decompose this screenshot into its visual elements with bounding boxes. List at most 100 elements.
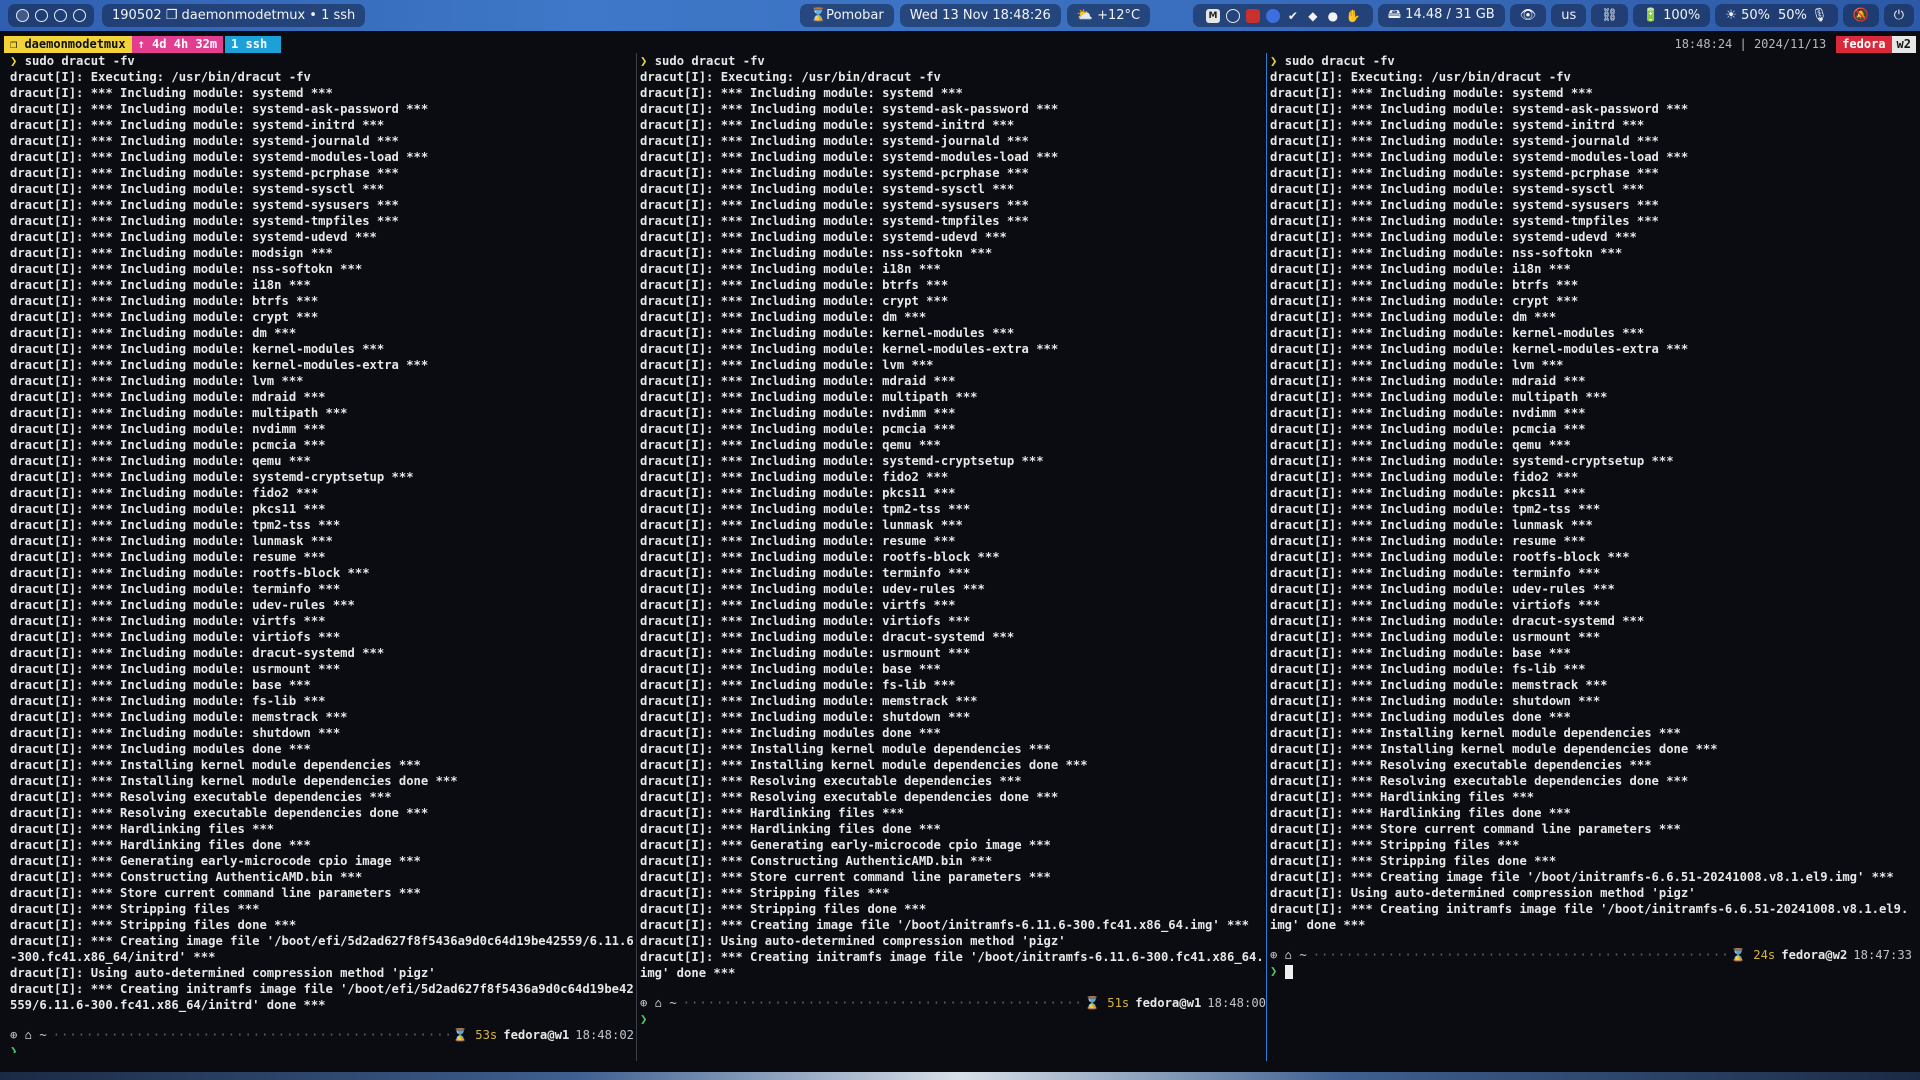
output-tail: dracut[I]: *** Including modules done **… <box>1270 709 1912 933</box>
module-line: dracut[I]: *** Including module: virtiof… <box>10 630 341 644</box>
workspace-3-button[interactable] <box>54 9 67 22</box>
module-line: dracut[I]: *** Including module: fs-lib … <box>1270 662 1586 676</box>
module-list: dracut[I]: *** Including module: systemd… <box>10 85 634 741</box>
module-line: dracut[I]: *** Including module: crypt *… <box>640 294 949 308</box>
module-line: dracut[I]: *** Including module: nss-sof… <box>10 262 363 276</box>
module-line: dracut[I]: *** Including module: virtfs … <box>10 614 326 628</box>
module-line: dracut[I]: *** Including module: nvdimm … <box>640 406 956 420</box>
module-line: dracut[I]: *** Including module: systemd… <box>640 118 1015 132</box>
module-line: dracut[I]: *** Including module: systemd… <box>640 214 1029 228</box>
bluetooth-tray-icon[interactable] <box>1265 8 1280 23</box>
system-tray: M ✔ ◆ ● ✋ <box>1192 4 1373 27</box>
module-line: dracut[I]: *** Including module: systemd… <box>640 454 1044 468</box>
check-circle-icon[interactable]: ✔ <box>1286 9 1300 23</box>
tmux-status-bar: ❐ daemonmodetmux ↑ 4d 4h 32m 1 ssh 18:48… <box>0 36 1920 53</box>
battery-indicator[interactable]: 🔋 100% <box>1632 4 1711 27</box>
prompt-filler: ········································… <box>682 996 1085 1010</box>
memory-usage[interactable]: 🖴 14.48 / 31 GB <box>1377 4 1505 27</box>
module-line: dracut[I]: *** Including module: dracut-… <box>1270 614 1645 628</box>
output-line: dracut[I]: *** Hardlinking files done **… <box>1270 806 1571 820</box>
terminal-pane-2[interactable]: ❯ sudo dracut -fv dracut[I]: Executing: … <box>640 53 1266 1053</box>
diamond-icon[interactable]: ◆ <box>1306 9 1320 23</box>
workspace-1-button[interactable] <box>16 9 29 22</box>
hand-icon[interactable]: ✋ <box>1345 9 1360 23</box>
output-line: dracut[I]: *** Stripping files *** <box>10 902 260 916</box>
app-tray-icon[interactable]: M <box>1205 8 1220 23</box>
module-line: dracut[I]: *** Including module: terminf… <box>10 582 341 596</box>
module-line: dracut[I]: *** Including module: terminf… <box>640 566 971 580</box>
module-line: dracut[I]: *** Including module: systemd… <box>1270 454 1674 468</box>
module-line: dracut[I]: *** Including module: tpm2-ts… <box>640 502 971 516</box>
module-line: dracut[I]: *** Including module: qemu **… <box>10 454 311 468</box>
network-icon[interactable]: ⛓ <box>1591 4 1628 27</box>
active-window-title[interactable]: 190502 ❐ daemonmodetmux • 1 ssh <box>102 4 366 27</box>
workspace-2-button[interactable] <box>35 9 48 22</box>
executing-line: dracut[I]: Executing: /usr/bin/dracut -f… <box>10 70 311 84</box>
output-line: dracut[I]: *** Resolving executable depe… <box>10 790 392 804</box>
module-line: dracut[I]: *** Including module: systemd… <box>640 166 1029 180</box>
command-text: sudo dracut -fv <box>654 54 765 68</box>
prompt-chevron: ❯ <box>640 54 648 68</box>
output-line: dracut[I]: *** Creating initramfs image … <box>640 950 1264 980</box>
prompt-chevron: ❯ <box>1270 964 1278 978</box>
brightness-volume[interactable]: ☀ 50% 50% 🎙 <box>1715 4 1838 27</box>
module-line: dracut[I]: *** Including module: i18n **… <box>640 262 941 276</box>
power-icon[interactable]: ⏻ <box>1883 4 1914 27</box>
input-prompt[interactable]: ❯ <box>1270 963 1912 979</box>
module-line: dracut[I]: *** Including module: lunmask… <box>1270 518 1593 532</box>
module-line: dracut[I]: *** Including module: systemd… <box>1270 182 1645 196</box>
module-line: dracut[I]: *** Including module: mdraid … <box>10 390 326 404</box>
module-line: dracut[I]: *** Including module: qemu **… <box>640 438 941 452</box>
executing-line: dracut[I]: Executing: /usr/bin/dracut -f… <box>640 70 941 84</box>
module-line: dracut[I]: *** Including module: systemd… <box>10 470 414 484</box>
date-time[interactable]: Wed 13 Nov 18:48:26 <box>899 4 1061 27</box>
prompt-host: fedora@w1 <box>503 1028 570 1042</box>
workspace-4-button[interactable] <box>73 9 86 22</box>
terminal-pane-1[interactable]: ❯ sudo dracut -fv dracut[I]: Executing: … <box>10 53 634 1053</box>
module-line: dracut[I]: *** Including module: lunmask… <box>640 518 963 532</box>
prompt-status-line: ⊕ ⌂ ~ ··································… <box>10 1027 634 1043</box>
prompt-chevron: ❯ <box>10 54 18 68</box>
brightness-icon: ☀ <box>1725 8 1742 23</box>
keyboard-layout[interactable]: us <box>1551 4 1587 27</box>
module-line: dracut[I]: *** Including module: kernel-… <box>1270 342 1689 356</box>
module-line: dracut[I]: *** Including module: multipa… <box>1270 390 1608 404</box>
input-prompt[interactable]: ❯ <box>10 1043 634 1053</box>
module-line: dracut[I]: *** Including module: usrmoun… <box>640 646 971 660</box>
input-prompt[interactable]: ❯ <box>640 1011 1266 1027</box>
module-line: dracut[I]: *** Including module: systemd… <box>10 230 377 244</box>
output-line: dracut[I]: *** Creating image file '/boo… <box>640 918 1250 932</box>
pomobar-timer[interactable]: ⌛Pomobar <box>800 4 894 27</box>
module-line: dracut[I]: *** Including module: btrfs *… <box>640 278 949 292</box>
module-line: dracut[I]: *** Including module: crypt *… <box>1270 294 1579 308</box>
module-line: dracut[I]: *** Including module: base **… <box>1270 646 1571 660</box>
module-line: dracut[I]: *** Including module: virtiof… <box>640 614 971 628</box>
output-line: dracut[I]: *** Generating early-microcod… <box>10 854 421 868</box>
prompt-time: 18:47:33 <box>1853 948 1912 962</box>
system-top-bar: 190502 ❐ daemonmodetmux • 1 ssh ⌛Pomobar… <box>0 0 1920 31</box>
module-line: dracut[I]: *** Including module: kernel-… <box>640 342 1059 356</box>
pane-divider[interactable] <box>636 53 637 1061</box>
module-line: dracut[I]: *** Including module: systemd… <box>1270 102 1689 116</box>
output-line: dracut[I]: *** Resolving executable depe… <box>1270 758 1652 772</box>
output-tail: dracut[I]: *** Including modules done **… <box>640 725 1266 981</box>
battery-level: 100% <box>1663 8 1701 23</box>
notifications-muted-icon[interactable]: 🔕 <box>1842 4 1879 27</box>
module-line: dracut[I]: *** Including module: base **… <box>640 662 941 676</box>
command-duration: ⌛ 51s <box>1084 996 1130 1010</box>
eye-icon[interactable]: 👁 <box>1509 4 1547 27</box>
nvidia-tray-icon[interactable]: ● <box>1326 9 1340 23</box>
pane-divider-active[interactable] <box>1266 53 1267 1061</box>
weather-widget[interactable]: ⛅ +12°C <box>1066 4 1151 27</box>
output-line: dracut[I]: *** Generating early-microcod… <box>640 838 1051 852</box>
prompt-chevron: ❯ <box>10 1044 18 1053</box>
tmux-window-tab[interactable]: 1 ssh <box>225 36 282 53</box>
module-line: dracut[I]: *** Including module: fido2 *… <box>10 486 319 500</box>
module-line: dracut[I]: *** Including module: systemd… <box>10 182 385 196</box>
red-app-tray-icon[interactable] <box>1245 8 1260 23</box>
terminal-pane-3[interactable]: ❯ sudo dracut -fv dracut[I]: Executing: … <box>1270 53 1912 1053</box>
steam-tray-icon[interactable] <box>1225 8 1240 23</box>
module-line: dracut[I]: *** Including module: systemd… <box>1270 230 1637 244</box>
volume-level: 50% <box>1777 8 1807 23</box>
tmux-session: ❐ daemonmodetmux <box>4 36 132 53</box>
